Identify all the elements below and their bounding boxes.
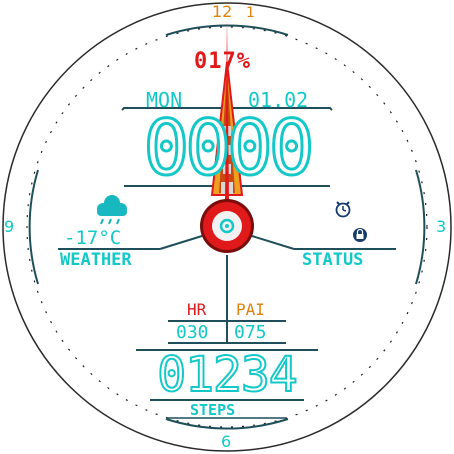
connector-left	[159, 235, 203, 250]
hr-label: HR	[187, 300, 207, 319]
dial-numeral-3: 3	[436, 217, 447, 236]
steps-label: STEPS	[190, 401, 236, 419]
right-arc	[415, 169, 426, 285]
weather-temperature[interactable]: -17°C	[64, 229, 121, 248]
dial-numeral-9: 9	[4, 217, 15, 236]
center-hub	[200, 199, 254, 253]
steps-value[interactable]: 01234	[136, 350, 318, 400]
dial-numeral-6: 6	[221, 432, 232, 451]
weather-label: WEATHER	[60, 250, 132, 270]
time-digits[interactable]: 0000	[124, 108, 330, 187]
pai-label: PAI	[236, 300, 265, 319]
alarm-icon	[335, 201, 351, 218]
cloud-rain-icon	[97, 195, 127, 225]
left-arc	[28, 169, 39, 285]
hr-value[interactable]: 030	[176, 324, 209, 342]
connector-right	[251, 235, 295, 250]
bottom-arc	[165, 418, 289, 430]
battery-percent: 017%	[194, 49, 251, 74]
lock-icon	[353, 228, 367, 242]
dial-numeral-1: 1	[246, 5, 255, 21]
dial-numeral-12: 12	[212, 2, 233, 21]
pai-value[interactable]: 075	[234, 324, 267, 342]
status-label[interactable]: STATUS	[302, 252, 363, 269]
moon-icon	[320, 222, 334, 241]
